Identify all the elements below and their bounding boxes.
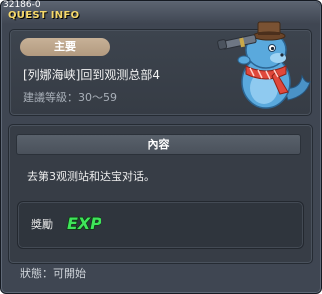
recommended-level: 建議等級：30～59 xyxy=(23,91,117,104)
quest-description: 去第3观测站和达宝对话。 xyxy=(27,170,155,183)
content-section-header: 內容 xyxy=(16,134,301,155)
telescope-seal-npc-icon xyxy=(217,21,311,109)
reward-box xyxy=(17,201,304,249)
window-title: QUEST INFO xyxy=(8,10,80,21)
reward-label: 獎勵 xyxy=(31,218,53,231)
quest-status: 狀態：可開始 xyxy=(20,267,86,280)
quest-name: [列娜海峡]回到观测总部4 xyxy=(23,68,160,82)
quest-id: 32186-0 xyxy=(3,0,41,10)
exp-icon: EXP xyxy=(66,213,101,234)
exp-text: EXP xyxy=(67,214,101,233)
quest-category-badge: 主要 xyxy=(20,38,110,56)
